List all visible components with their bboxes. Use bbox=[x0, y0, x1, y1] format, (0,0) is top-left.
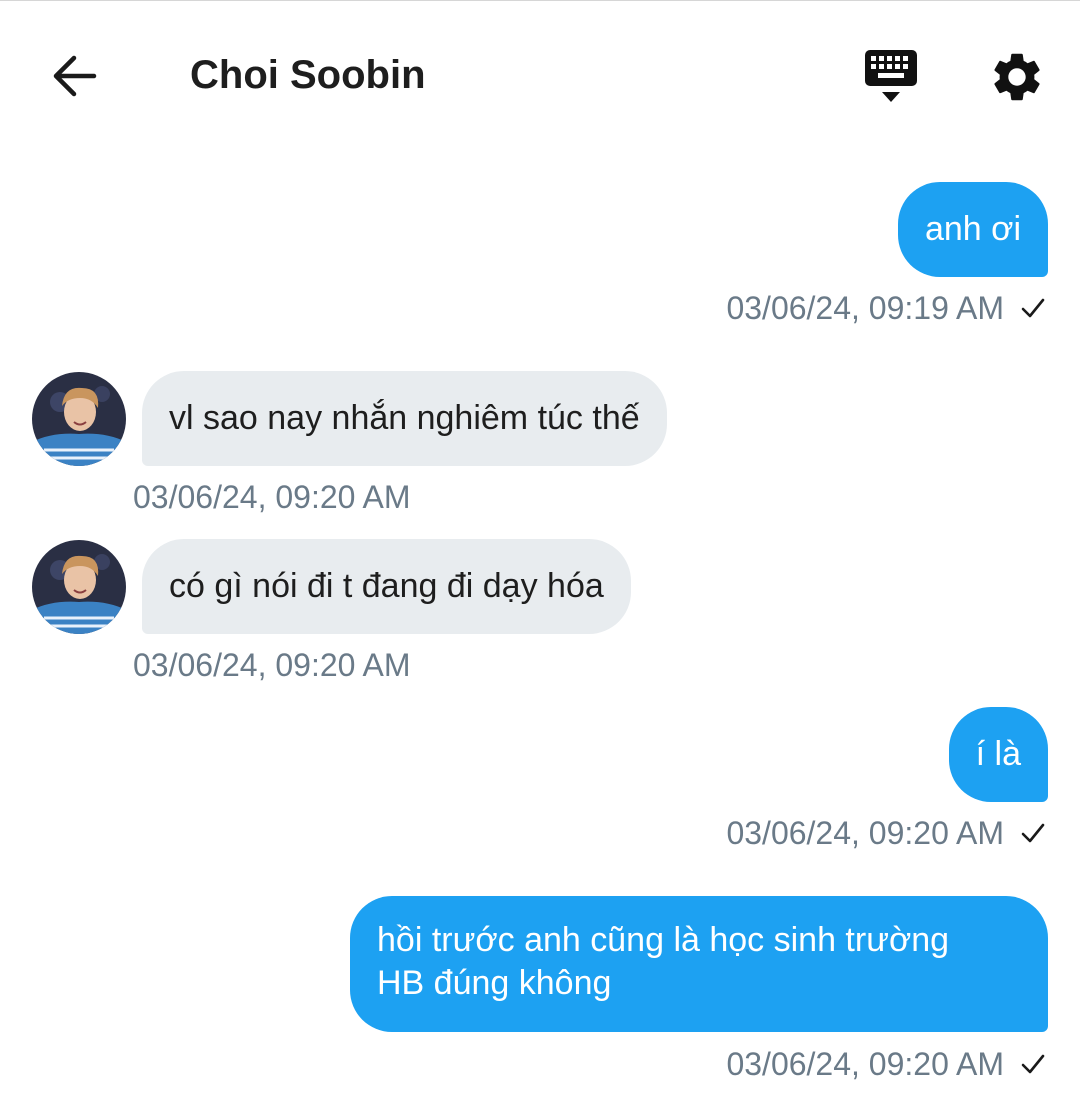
check-icon bbox=[1021, 1054, 1045, 1074]
back-button[interactable] bbox=[44, 46, 104, 106]
keyboard-icon bbox=[865, 50, 917, 102]
incoming-message-bubble[interactable]: có gì nói đi t đang đi dạy hóa bbox=[142, 539, 631, 634]
message-timestamp: 03/06/24, 09:19 AM bbox=[726, 290, 1004, 326]
message-timestamp: 03/06/24, 09:20 AM bbox=[133, 647, 411, 683]
message-timestamp: 03/06/24, 09:20 AM bbox=[133, 479, 411, 515]
page-title: Choi Soobin bbox=[190, 53, 426, 97]
arrow-left-icon bbox=[53, 55, 97, 97]
message-text: có gì nói đi t đang đi dạy hóa bbox=[169, 567, 604, 605]
outgoing-message-bubble[interactable]: hồi trước anh cũng là học sinh trường HB… bbox=[350, 896, 1048, 1032]
settings-button[interactable] bbox=[988, 48, 1046, 106]
message-timestamp: 03/06/24, 09:20 AM bbox=[726, 1046, 1004, 1082]
avatar[interactable] bbox=[32, 540, 126, 634]
outgoing-message-bubble[interactable]: í là bbox=[948, 707, 1048, 802]
avatar[interactable] bbox=[32, 372, 126, 466]
avatar-image bbox=[32, 540, 126, 634]
message-text-line: hồi trước anh cũng là học sinh trường bbox=[377, 921, 950, 959]
message-text: anh ơi bbox=[924, 210, 1021, 248]
message-meta: 03/06/24, 09:20 AM bbox=[726, 813, 1046, 853]
avatar-image bbox=[32, 372, 126, 466]
keyboard-button[interactable] bbox=[858, 44, 924, 108]
message-text: í là bbox=[975, 735, 1021, 773]
outgoing-message-bubble[interactable]: anh ơi bbox=[897, 182, 1048, 277]
message-text-line: HB đúng không bbox=[377, 964, 612, 1002]
message-meta: 03/06/24, 09:20 AM bbox=[726, 1044, 1046, 1084]
check-icon bbox=[1021, 823, 1045, 843]
incoming-message-bubble[interactable]: vl sao nay nhắn nghiêm túc thế bbox=[142, 371, 667, 466]
chat-header: Choi Soobin bbox=[0, 0, 1080, 150]
check-icon bbox=[1021, 298, 1045, 318]
message-text: vl sao nay nhắn nghiêm túc thế bbox=[169, 399, 640, 437]
message-timestamp: 03/06/24, 09:20 AM bbox=[726, 815, 1004, 851]
gear-icon bbox=[994, 53, 1040, 101]
message-meta: 03/06/24, 09:19 AM bbox=[726, 288, 1046, 328]
